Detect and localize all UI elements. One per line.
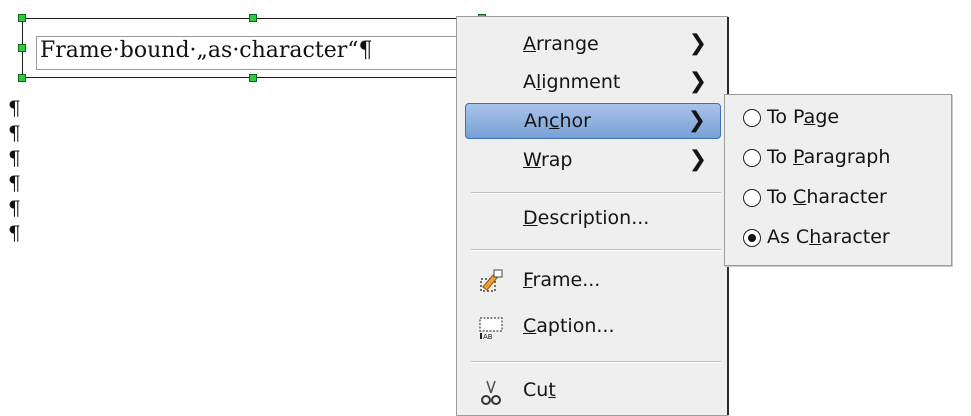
paragraph-mark: ¶ <box>8 121 21 145</box>
menu-item-label: Frame... <box>523 269 601 291</box>
menu-item-frame[interactable]: Frame... <box>465 263 721 299</box>
paragraph-mark: ¶ <box>8 221 21 245</box>
menu-item-label: Arrange <box>523 33 599 55</box>
radio-icon[interactable] <box>743 109 761 127</box>
chevron-right-icon: ❯ <box>687 108 706 133</box>
anchor-to-paragraph[interactable]: To Paragraph <box>733 139 947 177</box>
menu-item-caption[interactable]: AB Caption... <box>465 309 721 345</box>
menu-item-cut[interactable]: Cut <box>465 373 721 409</box>
menu-item-description[interactable]: Description... <box>465 201 721 237</box>
menu-item-anchor[interactable]: Anchor ❯ <box>465 103 721 139</box>
handle-bottom-left[interactable] <box>18 74 26 82</box>
chevron-right-icon: ❯ <box>688 147 707 172</box>
menu-item-label: Cut <box>523 379 556 401</box>
submenu-item-label: To Character <box>767 186 887 208</box>
handle-top-left[interactable] <box>18 14 26 22</box>
handle-bottom-center[interactable] <box>249 74 257 82</box>
menu-separator <box>471 249 721 251</box>
caption-icon: AB <box>479 317 503 341</box>
frame-text: Frame·bound·„as·character“¶ <box>40 38 373 63</box>
handle-mid-left[interactable] <box>18 44 26 52</box>
frame-properties-icon <box>480 269 503 292</box>
radio-icon[interactable] <box>743 189 761 207</box>
scissors-icon <box>481 380 501 405</box>
menu-separator <box>471 192 721 194</box>
chevron-right-icon: ❯ <box>688 69 707 94</box>
menu-item-label: Alignment <box>523 71 621 93</box>
radio-selected-icon[interactable] <box>743 229 761 247</box>
anchor-submenu: To Page To Paragraph To Character As Cha… <box>724 94 952 266</box>
menu-item-alignment[interactable]: Alignment ❯ <box>465 65 721 101</box>
paragraph-mark: ¶ <box>8 146 21 170</box>
menu-item-arrange[interactable]: Arrange ❯ <box>465 27 721 63</box>
menu-item-label: Wrap <box>523 149 573 171</box>
menu-item-label: Description... <box>523 207 650 229</box>
paragraph-mark: ¶ <box>8 171 21 195</box>
anchor-as-character[interactable]: As Character <box>733 219 947 257</box>
submenu-item-label: To Page <box>767 106 840 128</box>
menu-separator <box>471 361 721 363</box>
handle-top-center[interactable] <box>249 14 257 22</box>
context-menu: Arrange ❯ Alignment ❯ Anchor ❯ Wrap ❯ De… <box>456 16 729 416</box>
svg-text:AB: AB <box>483 333 493 341</box>
radio-icon[interactable] <box>743 149 761 167</box>
chevron-right-icon: ❯ <box>688 31 707 56</box>
anchor-to-character[interactable]: To Character <box>733 179 947 217</box>
menu-item-wrap[interactable]: Wrap ❯ <box>465 143 721 179</box>
submenu-item-label: As Character <box>767 226 890 248</box>
menu-item-label: Caption... <box>523 315 615 337</box>
anchor-to-page[interactable]: To Page <box>733 99 947 137</box>
paragraph-mark: ¶ <box>8 196 21 220</box>
menu-item-label: Anchor <box>524 110 591 132</box>
paragraph-mark: ¶ <box>8 96 21 120</box>
submenu-item-label: To Paragraph <box>767 146 891 168</box>
